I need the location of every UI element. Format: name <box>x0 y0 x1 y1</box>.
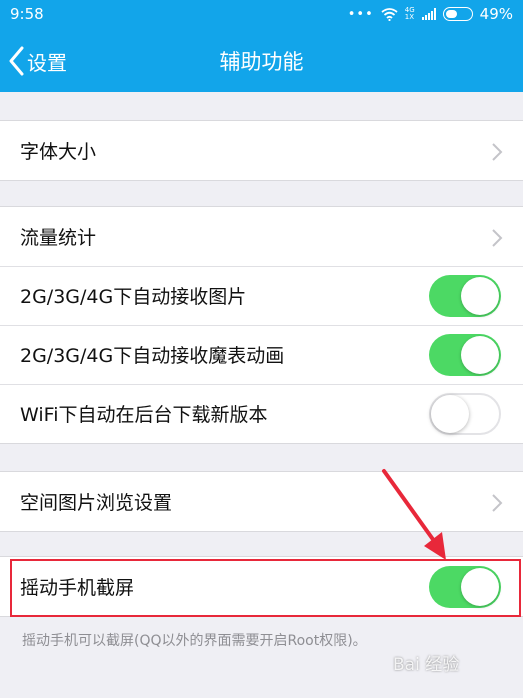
watermark: Bai 经验 <box>393 655 460 675</box>
shake-screenshot-caption: 摇动手机可以截屏(QQ以外的界面需要开启Root权限)。 <box>22 633 367 649</box>
annotation-arrow <box>382 469 446 560</box>
